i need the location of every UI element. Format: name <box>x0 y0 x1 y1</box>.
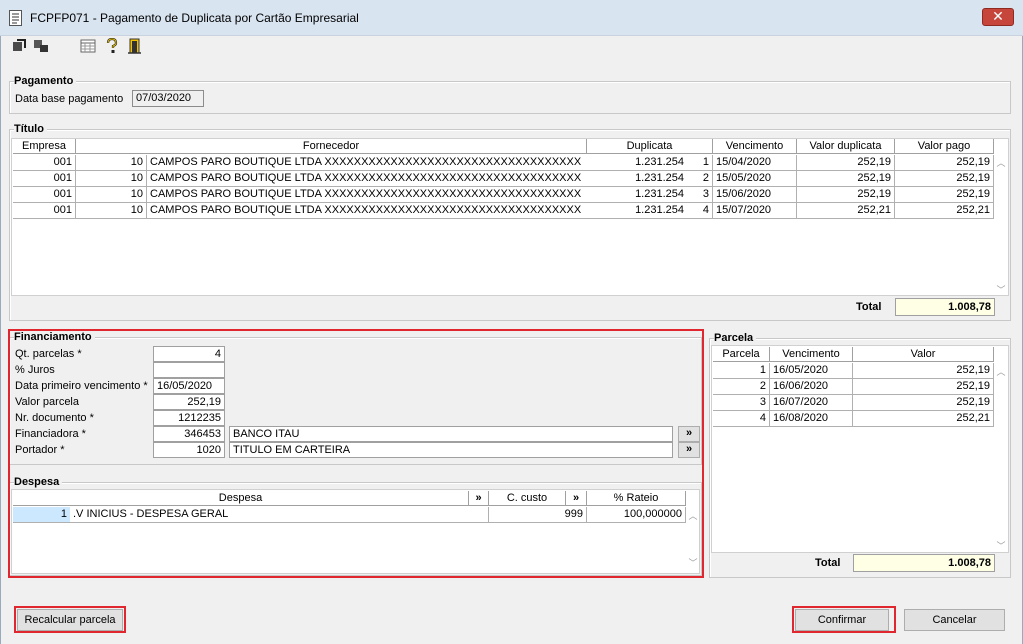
cell-forn-cod[interactable]: 10 <box>76 155 147 171</box>
cell-parcela-vencimento[interactable]: 16/06/2020 <box>770 379 853 395</box>
window-title: FCPFP071 - Pagamento de Duplicata por Ca… <box>30 11 359 25</box>
scroll-up-icon[interactable]: ︿ <box>996 158 1006 168</box>
help-icon[interactable] <box>104 38 120 54</box>
exit-door-icon[interactable] <box>127 38 143 54</box>
cell-forn-cod[interactable]: 10 <box>76 187 147 203</box>
pagamento-title: Pagamento <box>14 75 77 87</box>
cell-valor-pago[interactable]: 252,19 <box>895 155 994 171</box>
col-empresa-header[interactable]: Empresa <box>13 139 76 154</box>
cell-empresa[interactable]: 001 <box>13 171 76 187</box>
document-icon <box>9 10 22 26</box>
cell-parcela[interactable]: 2 <box>687 171 713 187</box>
process-icon[interactable] <box>33 38 49 54</box>
cell-valor-duplicata[interactable]: 252,21 <box>797 203 895 219</box>
col-valor-pago-header[interactable]: Valor pago <box>895 139 994 154</box>
cell-parcela[interactable]: 4 <box>687 203 713 219</box>
titulo-total-value: 1.008,78 <box>895 298 995 316</box>
cell-valor-duplicata[interactable]: 252,19 <box>797 187 895 203</box>
cell-empresa[interactable]: 001 <box>13 203 76 219</box>
scroll-down-icon[interactable]: ﹀ <box>996 541 1006 551</box>
cell-valor-duplicata[interactable]: 252,19 <box>797 171 895 187</box>
data-base-field: 07/03/2020 <box>132 90 204 107</box>
scroll-up-icon[interactable]: ︿ <box>996 367 1006 377</box>
cell-fornecedor[interactable]: CAMPOS PARO BOUTIQUE LTDA XXXXXXXXXXXXXX… <box>147 187 587 203</box>
parcela-title: Parcela <box>714 332 757 344</box>
cell-parcela-valor[interactable]: 252,21 <box>853 411 994 427</box>
window-titlebar: FCPFP071 - Pagamento de Duplicata por Ca… <box>0 0 1023 36</box>
confirmar-highlight <box>792 606 896 633</box>
cell-parcela-valor[interactable]: 252,19 <box>853 379 994 395</box>
cell-valor-pago[interactable]: 252,21 <box>895 203 994 219</box>
col-parcela-vencimento-header[interactable]: Vencimento <box>770 347 853 362</box>
cell-parcela-vencimento[interactable]: 16/05/2020 <box>770 363 853 379</box>
cell-duplicata[interactable]: 1.231.254 <box>587 187 687 203</box>
cell-duplicata[interactable]: 1.231.254 <box>587 171 687 187</box>
cell-valor-pago[interactable]: 252,19 <box>895 171 994 187</box>
cell-parcela-vencimento[interactable]: 16/08/2020 <box>770 411 853 427</box>
cell-fornecedor[interactable]: CAMPOS PARO BOUTIQUE LTDA XXXXXXXXXXXXXX… <box>147 203 587 219</box>
cell-vencimento[interactable]: 15/05/2020 <box>713 171 797 187</box>
cell-forn-cod[interactable]: 10 <box>76 203 147 219</box>
go-icon[interactable] <box>11 38 27 54</box>
cell-parcela[interactable]: 3 <box>687 187 713 203</box>
cell-duplicata[interactable]: 1.231.254 <box>587 155 687 171</box>
col-parcela-header[interactable]: Parcela <box>713 347 770 362</box>
titulo-total-label: Total <box>856 301 882 313</box>
recalcular-highlight <box>14 606 126 633</box>
cell-valor-pago[interactable]: 252,19 <box>895 187 994 203</box>
cell-valor-duplicata[interactable]: 252,19 <box>797 155 895 171</box>
cell-parcela-num[interactable]: 2 <box>713 379 770 395</box>
close-button[interactable]: ✕ <box>982 8 1014 26</box>
col-valor-duplicata-header[interactable]: Valor duplicata <box>797 139 895 154</box>
cell-parcela-num[interactable]: 4 <box>713 411 770 427</box>
cell-forn-cod[interactable]: 10 <box>76 171 147 187</box>
cell-parcela-vencimento[interactable]: 16/07/2020 <box>770 395 853 411</box>
scroll-down-icon[interactable]: ﹀ <box>996 285 1006 295</box>
cell-fornecedor[interactable]: CAMPOS PARO BOUTIQUE LTDA XXXXXXXXXXXXXX… <box>147 155 587 171</box>
cell-empresa[interactable]: 001 <box>13 155 76 171</box>
cell-empresa[interactable]: 001 <box>13 187 76 203</box>
cell-parcela-valor[interactable]: 252,19 <box>853 395 994 411</box>
cell-parcela-num[interactable]: 3 <box>713 395 770 411</box>
cell-fornecedor[interactable]: CAMPOS PARO BOUTIQUE LTDA XXXXXXXXXXXXXX… <box>147 171 587 187</box>
parcela-total-label: Total <box>815 557 841 569</box>
cell-vencimento[interactable]: 15/04/2020 <box>713 155 797 171</box>
cell-parcela[interactable]: 1 <box>687 155 713 171</box>
cell-vencimento[interactable]: 15/06/2020 <box>713 187 797 203</box>
titulo-title: Título <box>14 123 47 135</box>
close-icon: ✕ <box>992 8 1004 24</box>
calendar-grid-icon[interactable] <box>80 38 96 54</box>
col-duplicata-header[interactable]: Duplicata <box>587 139 713 154</box>
financiamento-highlight <box>8 329 704 578</box>
col-fornecedor-header[interactable]: Fornecedor <box>76 139 587 154</box>
cell-vencimento[interactable]: 15/07/2020 <box>713 203 797 219</box>
cell-parcela-num[interactable]: 1 <box>713 363 770 379</box>
data-base-label: Data base pagamento <box>15 93 124 105</box>
parcela-total-value: 1.008,78 <box>853 554 995 572</box>
cell-parcela-valor[interactable]: 252,19 <box>853 363 994 379</box>
cancelar-button[interactable]: Cancelar <box>904 609 1005 631</box>
cell-duplicata[interactable]: 1.231.254 <box>587 203 687 219</box>
window-frame-left <box>0 36 1 644</box>
col-vencimento-header[interactable]: Vencimento <box>713 139 797 154</box>
col-parcela-valor-header[interactable]: Valor <box>853 347 994 362</box>
